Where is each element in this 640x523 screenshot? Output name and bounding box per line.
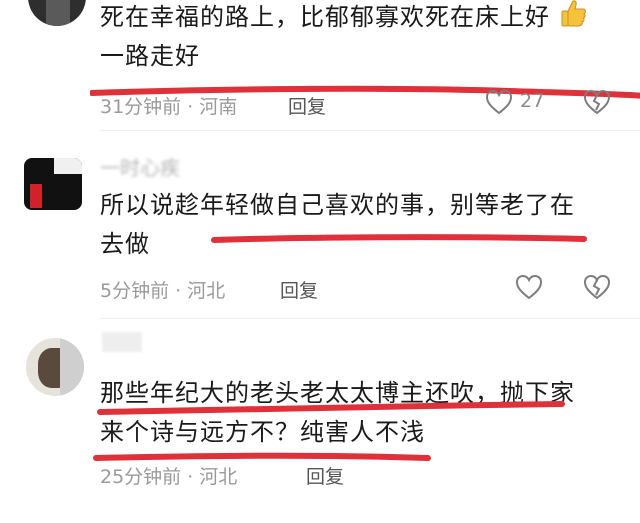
- red-underline-annotation: [211, 234, 587, 243]
- avatar[interactable]: [24, 158, 82, 210]
- comment-line: 去做: [100, 230, 150, 258]
- comment-text: 所以说趁年轻做自己喜欢的事，别等老了在 去做: [100, 186, 605, 264]
- broken-heart-icon[interactable]: [582, 273, 612, 301]
- comment-meta: 31分钟前 · 河南: [100, 96, 238, 118]
- reply-button[interactable]: 回复: [280, 276, 318, 303]
- comment-line: 一路走好: [100, 42, 200, 70]
- comment-line: 来个诗与远方不？纯害人不浅: [100, 418, 425, 446]
- comment-line: 所以说趁年轻做自己喜欢的事，别等老了在: [100, 191, 575, 219]
- red-underline-annotation: [97, 401, 565, 415]
- avatar[interactable]: [26, 338, 84, 396]
- reply-button[interactable]: 回复: [288, 92, 326, 119]
- username-redacted: [102, 332, 142, 352]
- divider: [100, 130, 640, 131]
- comment-item: 一时心疾 所以说趁年轻做自己喜欢的事，别等老了在 去做 5分钟前 · 河北 回复: [0, 140, 640, 320]
- avatar[interactable]: [28, 0, 86, 26]
- comment-item: 死在幸福的路上，比郁郁寡欢死在床上好 一路走好 31分钟前 · 河南 回复 27: [0, 0, 640, 120]
- comment-line: 死在幸福的路上，比郁郁寡欢死在床上好: [100, 3, 550, 31]
- like-count: 27: [520, 90, 545, 112]
- username[interactable]: 一时心疾: [100, 152, 180, 181]
- comment-meta: 5分钟前 · 河北: [100, 280, 226, 302]
- reply-button[interactable]: 回复: [306, 462, 344, 489]
- broken-heart-icon[interactable]: [582, 88, 612, 116]
- comment-text: 死在幸福的路上，比郁郁寡欢死在床上好 一路走好: [100, 0, 605, 76]
- heart-outline-icon[interactable]: [484, 88, 514, 116]
- heart-outline-icon[interactable]: [514, 273, 544, 301]
- comment-item: 那些年纪大的老头老太太博主还吹，抛下家 来个诗与远方不？纯害人不浅 25分钟前 …: [0, 320, 640, 523]
- divider: [100, 318, 640, 319]
- comment-meta: 25分钟前 · 河北: [100, 466, 238, 488]
- thumbs-up-emoji-icon: [561, 0, 586, 27]
